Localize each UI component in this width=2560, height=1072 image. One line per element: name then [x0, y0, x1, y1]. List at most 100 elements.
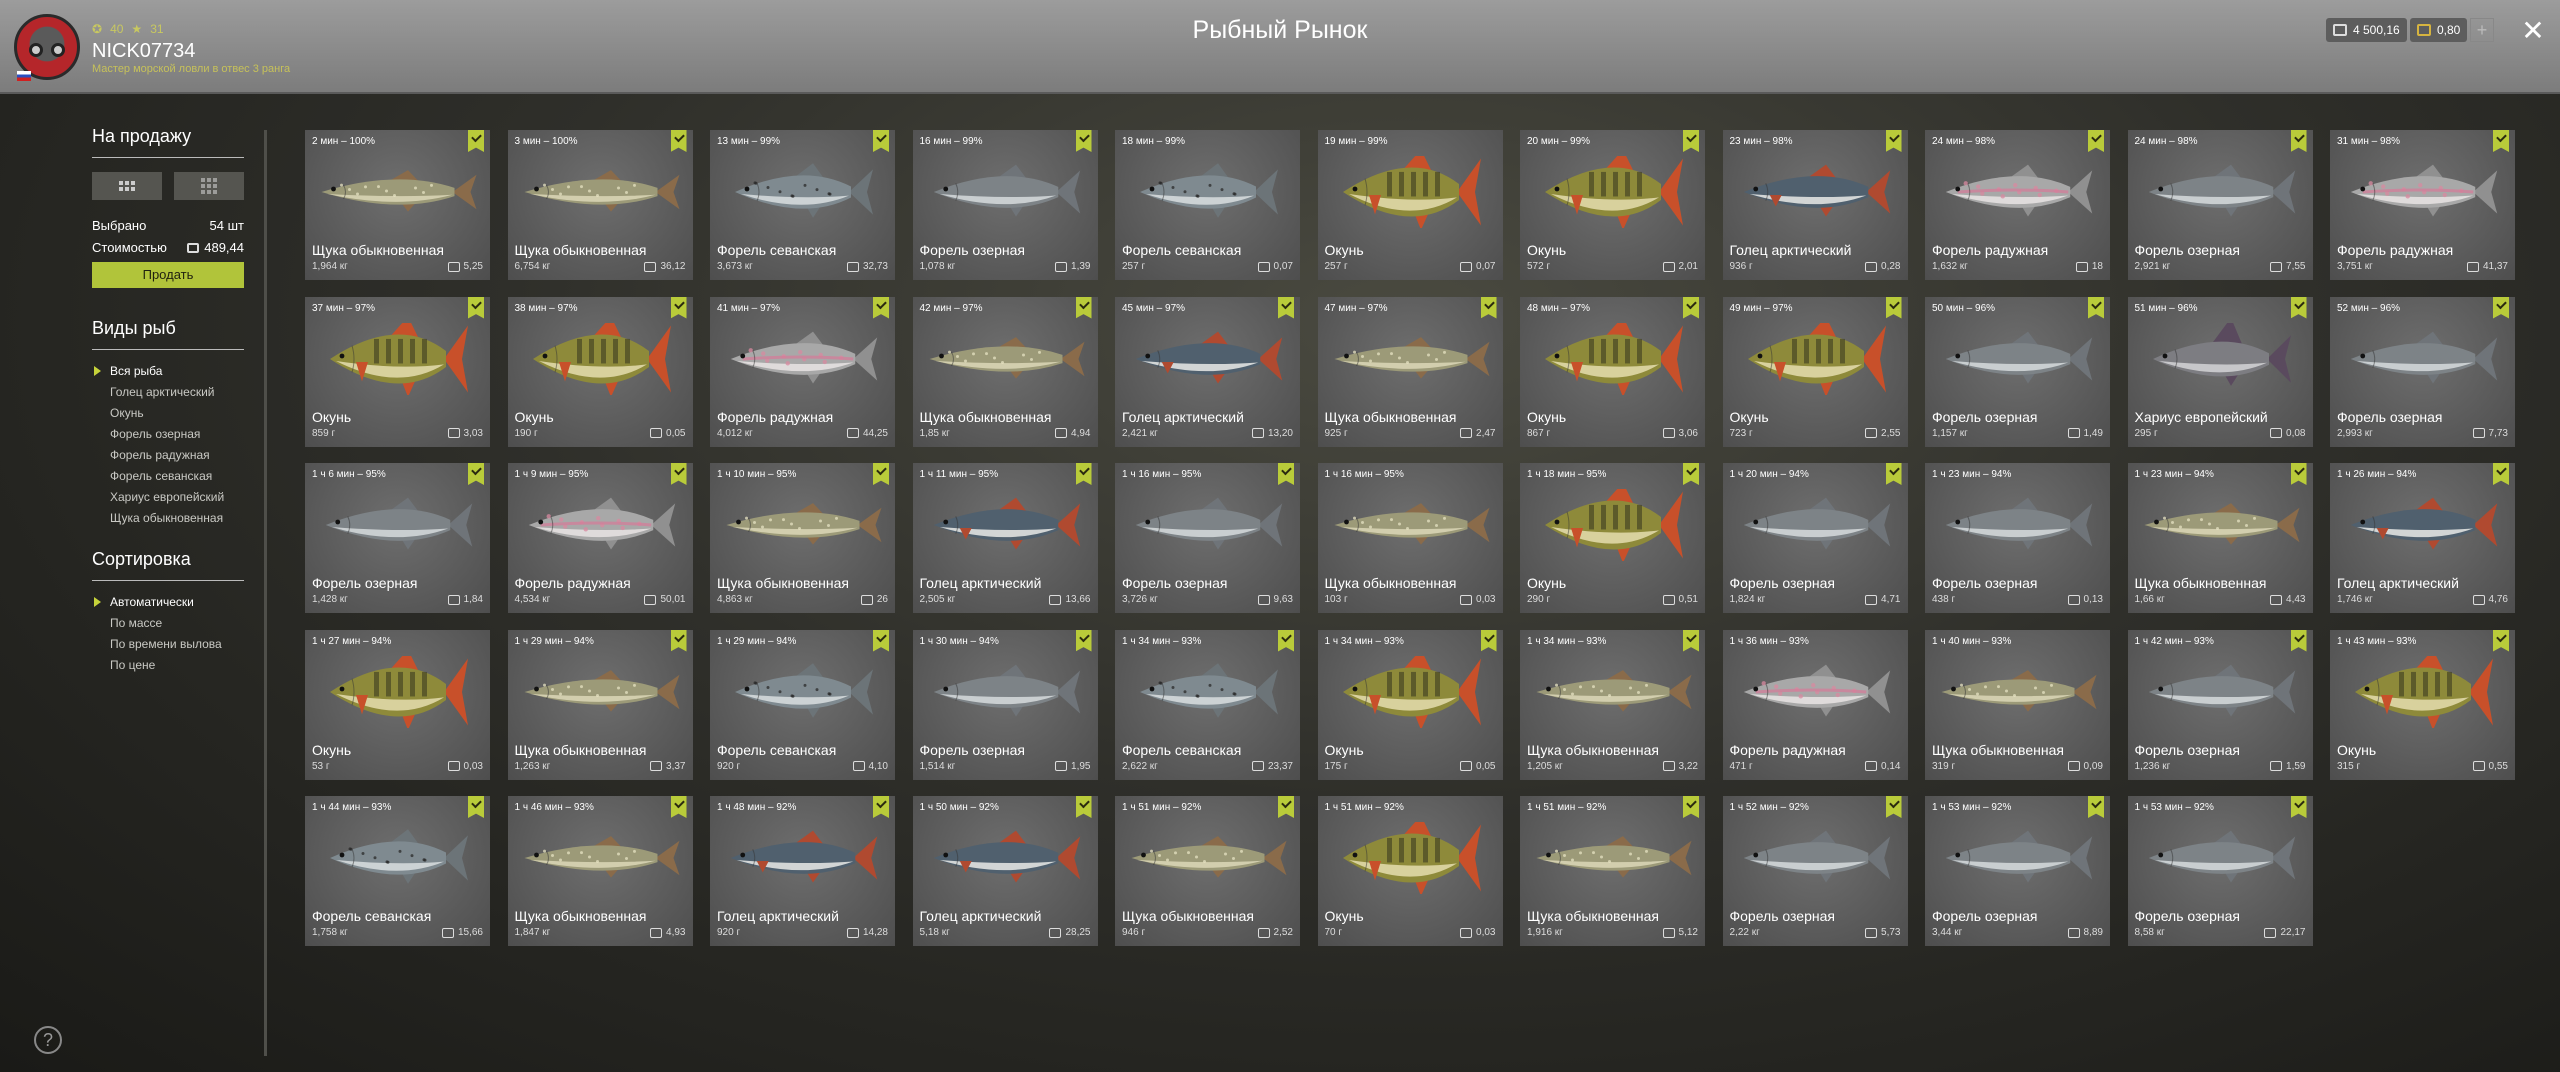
fish-card[interactable]: 1 ч 29 мин – 94% Форель севанская 920 г 4,1…: [710, 629, 895, 780]
fish-card[interactable]: 1 ч 40 мин – 93% Щука обыкновенная 319 г 0,…: [1925, 629, 2110, 780]
fish-card[interactable]: 52 мин – 96% Форель озерная 2,993 кг 7,73: [2330, 296, 2515, 447]
selected-check-icon[interactable]: [1683, 629, 1699, 652]
species-filter-item[interactable]: Окунь: [92, 406, 244, 420]
species-filter-item[interactable]: Вся рыба: [92, 364, 244, 378]
fish-card[interactable]: 18 мин – 99% Форель севанская 257 г 0,07: [1115, 130, 1300, 280]
selected-check-icon[interactable]: [468, 296, 484, 319]
selected-check-icon[interactable]: [873, 296, 889, 319]
fish-card[interactable]: 1 ч 51 мин – 92% Щука обыкновенная 1,916 к…: [1520, 796, 1705, 946]
selected-check-icon[interactable]: [1885, 463, 1902, 485]
selected-check-icon[interactable]: [1885, 296, 1902, 319]
selected-check-icon[interactable]: [1278, 463, 1294, 485]
sort-option[interactable]: Автоматически: [92, 595, 244, 609]
selected-check-icon[interactable]: [873, 629, 889, 652]
selected-check-icon[interactable]: [1075, 296, 1092, 319]
selected-check-icon[interactable]: [1885, 796, 1902, 818]
fish-card[interactable]: 1 ч 46 мин – 93% Щука обыкновенная 1,847 к…: [507, 796, 693, 946]
fish-card[interactable]: 38 мин – 97% Окунь 190 г 0,05: [507, 296, 693, 447]
fish-card[interactable]: 1 ч 26 мин – 94% Голец арктический 1,746 к…: [2330, 463, 2515, 613]
close-icon[interactable]: ✕: [2518, 14, 2548, 47]
selected-check-icon[interactable]: [1075, 130, 1092, 152]
selected-check-icon[interactable]: [2290, 796, 2307, 818]
fish-card[interactable]: 3 мин – 100% Щука обыкновенная 6,754 кг 36,…: [507, 130, 693, 280]
selected-check-icon[interactable]: [873, 796, 889, 818]
fish-card[interactable]: 2 мин – 100% Щука обыкновенная 1,964 кг 5,2…: [305, 130, 490, 280]
fish-card[interactable]: 42 мин – 97% Щука обыкновенная 1,85 кг 4,94: [912, 296, 1098, 447]
fish-card[interactable]: 1 ч 36 мин – 93% Форель радужная 471 г 0,14: [1722, 629, 1908, 780]
fish-card[interactable]: 1 ч 51 мин – 92% Окунь 70 г 0,03: [1317, 796, 1503, 946]
fish-card[interactable]: 50 мин – 96% Форель озерная 1,157 кг 1,49: [1925, 296, 2110, 447]
sell-button[interactable]: Продать: [92, 262, 244, 288]
selected-check-icon[interactable]: [468, 463, 484, 485]
fish-card[interactable]: 1 ч 29 мин – 94% Щука обыкновенная 1,263 к…: [507, 629, 693, 780]
selected-check-icon[interactable]: [873, 130, 889, 152]
species-filter-item[interactable]: Форель севанская: [92, 469, 244, 483]
sort-option[interactable]: По времени вылова: [92, 637, 244, 651]
selected-check-icon[interactable]: [670, 130, 687, 152]
selected-check-icon[interactable]: [2088, 796, 2104, 818]
large-grid-view-button[interactable]: [92, 172, 162, 200]
selected-check-icon[interactable]: [2493, 629, 2509, 652]
fish-card[interactable]: 1 ч 6 мин – 95% Форель озерная 1,428 кг 1,8…: [305, 463, 490, 613]
fish-card[interactable]: 24 мин – 98% Форель радужная 1,632 кг 18: [1925, 130, 2110, 280]
fish-card[interactable]: 1 ч 16 мин – 95% Щука обыкновенная 103 г 0,…: [1317, 463, 1503, 613]
fish-card[interactable]: 1 ч 18 мин – 95% Окунь 290 г 0,51: [1520, 463, 1705, 613]
fish-card[interactable]: 1 ч 43 мин – 93% Окунь 315 г 0,55: [2330, 629, 2515, 780]
selected-check-icon[interactable]: [670, 629, 687, 652]
help-button[interactable]: ?: [34, 1026, 62, 1054]
fish-card[interactable]: 1 ч 16 мин – 95% Форель озерная 3,726 кг 9,…: [1115, 463, 1300, 613]
fish-card[interactable]: 37 мин – 97% Окунь 859 г 3,03: [305, 296, 490, 447]
fish-card[interactable]: 1 ч 11 мин – 95% Голец арктический 2,505 к…: [912, 463, 1098, 613]
selected-check-icon[interactable]: [1683, 463, 1699, 485]
fish-card[interactable]: 1 ч 9 мин – 95% Форель радужная 4,534 кг 50…: [507, 463, 693, 613]
selected-check-icon[interactable]: [1075, 463, 1092, 485]
species-filter-item[interactable]: Щука обыкновенная: [92, 511, 244, 525]
fish-card[interactable]: 1 ч 50 мин – 92% Голец арктический 5,18 кг…: [912, 796, 1098, 946]
small-grid-view-button[interactable]: [174, 172, 244, 200]
fish-card[interactable]: 48 мин – 97% Окунь 867 г 3,06: [1520, 296, 1705, 447]
selected-check-icon[interactable]: [670, 296, 687, 319]
selected-check-icon[interactable]: [2290, 463, 2307, 485]
selected-check-icon[interactable]: [2493, 296, 2509, 319]
selected-check-icon[interactable]: [468, 796, 484, 818]
fish-card[interactable]: 19 мин – 99% Окунь 257 г 0,07: [1317, 130, 1503, 280]
fish-card[interactable]: 13 мин – 99% Форель севанская 3,673 кг 32,7…: [710, 130, 895, 280]
fish-card[interactable]: 1 ч 34 мин – 93% Щука обыкновенная 1,205 к…: [1520, 629, 1705, 780]
fish-card[interactable]: 1 ч 34 мин – 93% Окунь 175 г 0,05: [1317, 629, 1503, 780]
fish-card[interactable]: 1 ч 10 мин – 95% Щука обыкновенная 4,863 к…: [710, 463, 895, 613]
fish-card[interactable]: 1 ч 42 мин – 93% Форель озерная 1,236 кг 1,…: [2127, 629, 2313, 780]
fish-card[interactable]: 20 мин – 99% Окунь 572 г 2,01: [1520, 130, 1705, 280]
fish-card[interactable]: 1 ч 34 мин – 93% Форель севанская 2,622 кг…: [1115, 629, 1300, 780]
fish-card[interactable]: 1 ч 20 мин – 94% Форель озерная 1,824 кг 4,…: [1722, 463, 1908, 613]
species-filter-item[interactable]: Форель озерная: [92, 427, 244, 441]
selected-check-icon[interactable]: [1075, 796, 1092, 818]
selected-check-icon[interactable]: [670, 463, 687, 485]
selected-check-icon[interactable]: [1278, 629, 1294, 652]
selected-check-icon[interactable]: [2290, 629, 2307, 652]
fish-card[interactable]: 1 ч 48 мин – 92% Голец арктический 920 г 14…: [710, 796, 895, 946]
selected-check-icon[interactable]: [2290, 130, 2307, 152]
selected-check-icon[interactable]: [670, 796, 687, 818]
fish-card[interactable]: 16 мин – 99% Форель озерная 1,078 кг 1,39: [912, 130, 1098, 280]
selected-check-icon[interactable]: [1480, 296, 1497, 319]
selected-check-icon[interactable]: [1278, 796, 1294, 818]
fish-card[interactable]: 1 ч 23 мин – 94% Щука обыкновенная 1,66 кг…: [2127, 463, 2313, 613]
fish-card[interactable]: 1 ч 53 мин – 92% Форель озерная 3,44 кг 8,8…: [1925, 796, 2110, 946]
selected-check-icon[interactable]: [2493, 463, 2509, 485]
fish-card[interactable]: 47 мин – 97% Щука обыкновенная 925 г 2,47: [1317, 296, 1503, 447]
fish-card[interactable]: 45 мин – 97% Голец арктический 2,421 кг 13,…: [1115, 296, 1300, 447]
selected-check-icon[interactable]: [2493, 130, 2509, 152]
selected-check-icon[interactable]: [2088, 130, 2104, 152]
selected-check-icon[interactable]: [1683, 796, 1699, 818]
fish-card[interactable]: 1 ч 52 мин – 92% Форель озерная 2,22 кг 5,7…: [1722, 796, 1908, 946]
species-filter-item[interactable]: Форель радужная: [92, 448, 244, 462]
fish-card[interactable]: 1 ч 23 мин – 94% Форель озерная 438 г 0,13: [1925, 463, 2110, 613]
fish-card[interactable]: 23 мин – 98% Голец арктический 936 г 0,28: [1722, 130, 1908, 280]
avatar[interactable]: [14, 14, 80, 81]
fish-card[interactable]: 1 ч 30 мин – 94% Форель озерная 1,514 кг 1,…: [912, 629, 1098, 780]
selected-check-icon[interactable]: [2290, 296, 2307, 319]
fish-card[interactable]: 41 мин – 97% Форель радужная 4,012 кг 44,25: [710, 296, 895, 447]
fish-card[interactable]: 51 мин – 96% Хариус европейский 295 г 0,08: [2127, 296, 2313, 447]
species-filter-item[interactable]: Голец арктический: [92, 385, 244, 399]
selected-check-icon[interactable]: [1683, 130, 1699, 152]
